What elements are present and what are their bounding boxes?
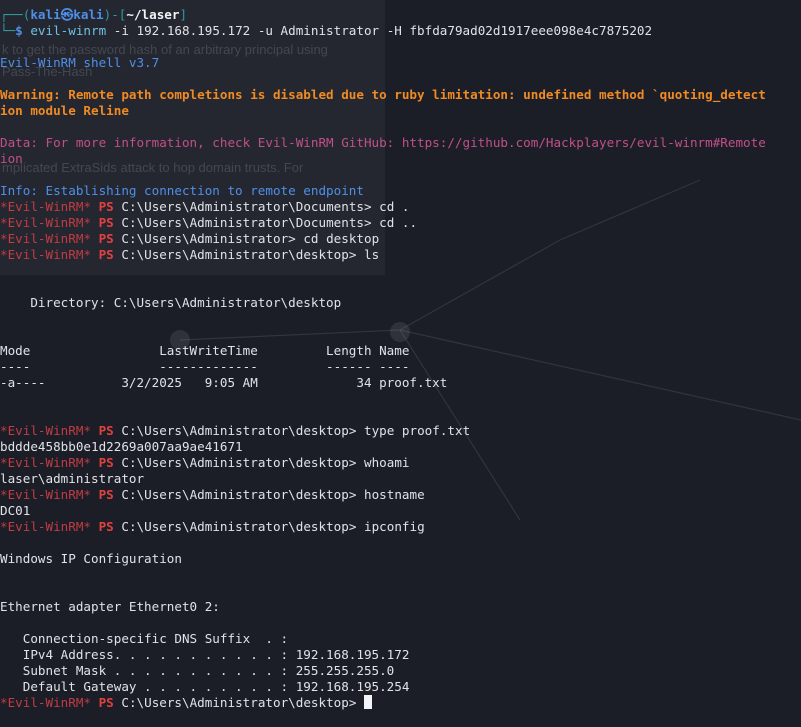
ipconfig-dns-suffix: Connection-specific DNS Suffix . : xyxy=(0,631,289,646)
proof-hash-output: bddde458bb0e1d2269a007aa9ae41671 xyxy=(0,439,243,454)
warning-message-cont: ion module Reline xyxy=(0,103,129,118)
ps-prompt: *Evil-WinRM* PS C:\Users\Administrator\d… xyxy=(0,247,380,262)
ps-prompt: *Evil-WinRM* PS C:\Users\Administrator\D… xyxy=(0,199,410,214)
shell-banner: Evil-WinRM shell v3.7 xyxy=(0,55,160,70)
command-line: └─$ evil-winrm -i 192.168.195.172 -u Adm… xyxy=(0,23,653,38)
listing-row: -a---- 3/2/2025 9:05 AM 34 proof.txt xyxy=(0,375,448,390)
whoami-output: laser\administrator xyxy=(0,471,145,486)
active-prompt[interactable]: *Evil-WinRM* PS C:\Users\Administrator\d… xyxy=(0,695,801,711)
listing-underline: ---- ------------- ------ ---- xyxy=(0,359,410,374)
ipconfig-ipv4: IPv4 Address. . . . . . . . . . . : 192.… xyxy=(0,647,410,662)
ipconfig-adapter: Ethernet adapter Ethernet0 2: xyxy=(0,599,220,614)
listing-header: Mode LastWriteTime Length Name xyxy=(0,343,410,358)
terminal-window[interactable]: k to get the password hash of an arbitra… xyxy=(0,0,801,727)
ps-prompt: *Evil-WinRM* PS C:\Users\Administrator> … xyxy=(0,231,380,246)
ipconfig-mask: Subnet Mask . . . . . . . . . . . : 255.… xyxy=(0,663,395,678)
info-message: Info: Establishing connection to remote … xyxy=(0,183,364,198)
prompt-line: ┌──(kali㉿kali)-[~/laser] xyxy=(0,7,188,22)
hostname-output: DC01 xyxy=(0,503,31,518)
ipconfig-gateway: Default Gateway . . . . . . . . . : 192.… xyxy=(0,679,410,694)
ps-prompt: *Evil-WinRM* PS C:\Users\Administrator\D… xyxy=(0,215,418,230)
directory-header: Directory: C:\Users\Administrator\deskto… xyxy=(0,295,342,310)
ipconfig-title: Windows IP Configuration xyxy=(0,551,182,566)
ps-prompt: *Evil-WinRM* PS C:\Users\Administrator\d… xyxy=(0,423,471,438)
ps-prompt: *Evil-WinRM* PS C:\Users\Administrator\d… xyxy=(0,455,410,470)
terminal-output: ┌──(kali㉿kali)-[~/laser] └─$ evil-winrm … xyxy=(0,7,801,711)
warning-message: Warning: Remote path completions is disa… xyxy=(0,87,766,102)
ps-prompt: *Evil-WinRM* PS C:\Users\Administrator\d… xyxy=(0,519,425,534)
ps-prompt: *Evil-WinRM* PS C:\Users\Administrator\d… xyxy=(0,487,425,502)
data-message-cont: ion xyxy=(0,151,23,166)
text-cursor[interactable] xyxy=(364,695,372,709)
data-message: Data: For more information, check Evil-W… xyxy=(0,135,766,150)
